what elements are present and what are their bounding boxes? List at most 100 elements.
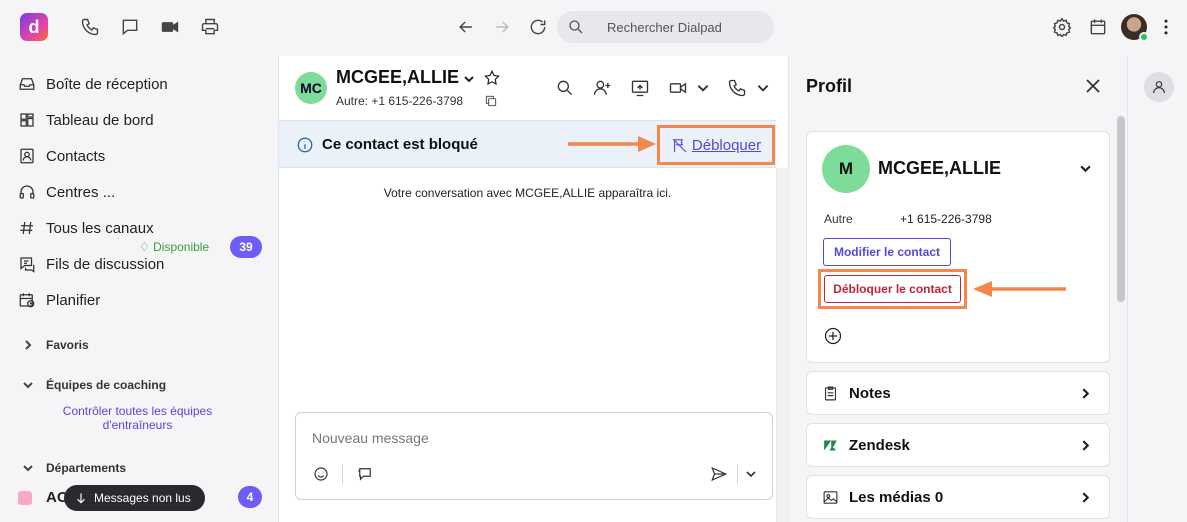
section-coaching-teams[interactable]: Équipes de coaching — [22, 378, 166, 392]
chevron-down-icon[interactable] — [756, 78, 770, 98]
notes-section[interactable]: Notes — [806, 371, 1110, 415]
threads-icon — [20, 257, 35, 273]
profile-scrollbar[interactable] — [1117, 116, 1125, 302]
sidebar-item-label: Boîte de réception — [46, 75, 168, 93]
notes-label: Notes — [849, 385, 891, 402]
coaching-teams-link[interactable]: Contrôler toutes les équipes d'entraîneu… — [40, 404, 235, 432]
phone-label: Autre — [824, 212, 853, 226]
calendar-icon[interactable] — [1086, 15, 1110, 39]
search-bar[interactable]: Rechercher Dialpad — [557, 11, 774, 43]
arrow-down-icon — [77, 493, 85, 504]
section-favorites[interactable]: Favoris — [22, 338, 89, 352]
unblock-contact-button[interactable]: Débloquer le contact — [824, 275, 961, 303]
user-avatar[interactable] — [1121, 14, 1149, 42]
chevron-right-icon — [1082, 492, 1090, 503]
sidebar-item-label: Tableau de bord — [46, 111, 154, 129]
chevron-right-icon — [1082, 388, 1090, 399]
star-icon[interactable] — [483, 69, 501, 87]
sidebar-item-centers[interactable]: Centres ... — [18, 180, 115, 204]
refresh-icon[interactable] — [526, 15, 550, 39]
chevron-down-icon[interactable] — [1079, 162, 1092, 175]
section-departments[interactable]: Départements — [22, 461, 126, 475]
contact-card: M MCGEE,ALLIE Autre +1 615-226-3798 Modi… — [806, 131, 1110, 363]
profile-toggle-button[interactable] — [1144, 72, 1174, 102]
info-icon — [297, 137, 313, 153]
sidebar-item-contacts[interactable]: Contacts — [18, 144, 105, 168]
unread-messages-toast[interactable]: Messages non lus — [64, 485, 205, 511]
department-item[interactable]: AO — [18, 489, 69, 506]
conversation-panel: MC MCGEE,ALLIE Autre: +1 615-226-3798 Ce… — [278, 56, 789, 522]
video-call-icon[interactable] — [668, 78, 688, 98]
center-count-badge: 39 — [230, 236, 262, 258]
empty-conversation-message: Votre conversation avec MCGEE,ALLIE appa… — [383, 186, 672, 200]
flag-off-icon — [672, 138, 687, 152]
sidebar-item-label: Planifier — [46, 291, 101, 309]
search-icon — [569, 20, 583, 34]
sidebar-item-channels[interactable]: Tous les canaux — [18, 216, 154, 240]
contact-name[interactable]: MCGEE,ALLIE — [336, 67, 459, 88]
printer-icon[interactable] — [198, 15, 222, 39]
person-icon — [1153, 81, 1165, 94]
unblock-link-highlight: Débloquer — [657, 125, 775, 165]
screen-share-icon[interactable] — [630, 78, 650, 98]
phone-call-icon[interactable] — [727, 78, 747, 98]
image-icon — [823, 491, 838, 504]
forward-arrow-icon[interactable] — [490, 15, 514, 39]
chevron-down-icon[interactable] — [745, 465, 757, 483]
message-composer[interactable]: Nouveau message — [295, 412, 773, 500]
composer-divider — [342, 464, 343, 484]
quick-reply-icon[interactable] — [356, 465, 374, 483]
sidebar: Boîte de réception Tableau de bord Conta… — [0, 56, 278, 522]
hash-icon — [20, 221, 33, 235]
sidebar-item-schedule[interactable]: Planifier — [18, 288, 100, 312]
add-circle-icon[interactable] — [823, 326, 843, 346]
chevron-right-icon — [1082, 440, 1090, 451]
sidebar-item-threads[interactable]: Fils de discussion — [18, 252, 164, 276]
contact-avatar[interactable]: MC — [295, 72, 327, 104]
search-icon[interactable] — [555, 78, 575, 98]
department-color-swatch — [18, 490, 32, 505]
video-icon[interactable] — [158, 15, 182, 39]
conversation-scrollbar[interactable] — [776, 168, 789, 522]
sidebar-item-inbox[interactable]: Boîte de réception — [18, 72, 168, 96]
profile-panel: Profil M MCGEE,ALLIE Autre +1 615-226-37… — [790, 56, 1127, 522]
chevron-down-icon[interactable] — [696, 78, 710, 98]
message-input[interactable]: Nouveau message — [312, 430, 429, 446]
blocked-contact-banner: Ce contact est bloqué Débloquer — [279, 120, 776, 168]
chevron-down-icon — [23, 465, 33, 472]
contacts-icon — [20, 148, 34, 164]
zendesk-section[interactable]: Zendesk — [806, 423, 1110, 467]
phone-value[interactable]: +1 615-226-3798 — [900, 212, 992, 226]
more-vertical-icon[interactable] — [1154, 15, 1178, 39]
send-icon[interactable] — [710, 465, 728, 483]
media-section[interactable]: Les médias 0 — [806, 475, 1110, 519]
close-icon[interactable] — [1085, 78, 1101, 94]
gear-icon[interactable] — [1050, 15, 1074, 39]
zendesk-icon — [824, 440, 837, 451]
chat-bubble-icon[interactable] — [118, 15, 142, 39]
profile-title: Profil — [806, 76, 853, 96]
calendar-clock-icon — [19, 293, 35, 308]
sidebar-item-dashboard[interactable]: Tableau de bord — [18, 108, 154, 132]
copy-icon[interactable] — [484, 94, 498, 108]
dialpad-logo[interactable]: d — [20, 13, 48, 41]
online-status-dot — [1139, 32, 1149, 42]
back-arrow-icon[interactable] — [454, 15, 478, 39]
inbox-icon — [19, 78, 35, 90]
add-person-icon[interactable] — [592, 78, 612, 98]
profile-name: MCGEE,ALLIE — [878, 158, 1002, 178]
department-count-badge: 4 — [238, 486, 262, 508]
sidebar-item-label: Contacts — [46, 147, 106, 165]
emoji-icon[interactable] — [312, 465, 330, 483]
sidebar-item-label: Fils de discussion — [46, 255, 165, 273]
chevron-right-icon — [25, 340, 32, 350]
search-placeholder: Rechercher Dialpad — [607, 20, 722, 35]
chevron-down-icon[interactable] — [463, 73, 475, 85]
dashboard-icon — [20, 113, 34, 127]
profile-avatar: M — [822, 145, 870, 193]
phone-icon[interactable] — [78, 15, 102, 39]
chevron-down-icon — [23, 382, 33, 389]
unblock-link[interactable]: Débloquer — [692, 137, 761, 154]
edit-contact-button[interactable]: Modifier le contact — [823, 238, 951, 266]
right-rail — [1127, 56, 1187, 522]
